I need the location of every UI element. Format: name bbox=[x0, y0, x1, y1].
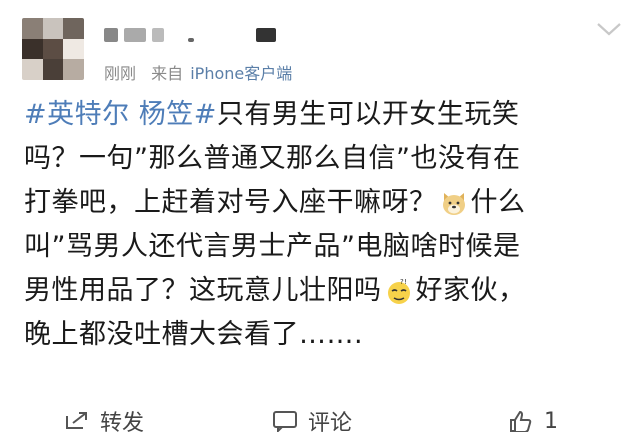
content-text: 叫”骂男人还代言男士产品”电脑啥时候是 bbox=[24, 231, 521, 262]
thumbs-up-icon bbox=[510, 410, 532, 432]
post-meta: 刚刚 来自 iPhone客户端 bbox=[104, 60, 292, 84]
post-time: 刚刚 bbox=[104, 64, 137, 83]
svg-text:?!: ?! bbox=[400, 278, 408, 286]
source-label: 来自 bbox=[151, 64, 184, 83]
content-text: 打拳吧，上赶着对号入座干嘛呀？ bbox=[24, 187, 437, 218]
comment-label: 评论 bbox=[308, 411, 353, 436]
content-line: 男性用品了？这玩意儿壮阳吗 ?! 好家伙， bbox=[24, 269, 624, 313]
doge-emoji-icon bbox=[442, 193, 465, 215]
avatar[interactable] bbox=[22, 18, 84, 80]
content-text: 男性用品了？这玩意儿壮阳吗 bbox=[24, 275, 382, 306]
repost-icon bbox=[66, 412, 87, 429]
comment-icon bbox=[273, 411, 297, 432]
repost-button[interactable]: 转发 bbox=[64, 406, 144, 436]
like-button[interactable]: 1 bbox=[508, 406, 558, 436]
content-line: #英特尔 杨笠#只有男生可以开女生玩笑 bbox=[24, 93, 624, 137]
content-text: 好家伙， bbox=[415, 275, 526, 306]
thinking-emoji-icon: ?! bbox=[387, 278, 410, 304]
content-line: 晚上都没吐槽大会看了……. bbox=[24, 313, 624, 357]
content-line: 打拳吧，上赶着对号入座干嘛呀？ 什么 bbox=[24, 181, 624, 225]
source-app-link[interactable]: iPhone客户端 bbox=[190, 64, 292, 83]
post-content: #英特尔 杨笠#只有男生可以开女生玩笑 吗？一句”那么普通又那么自信”也没有在 … bbox=[24, 93, 624, 357]
post-actions-bar: 转发 评论 1 bbox=[0, 400, 640, 436]
content-text: 吗？一句”那么普通又那么自信”也没有在 bbox=[24, 143, 521, 174]
post-header: 刚刚 来自 iPhone客户端 bbox=[0, 0, 640, 92]
content-text: 晚上都没吐槽大会看了……. bbox=[24, 319, 364, 350]
chevron-down-icon[interactable] bbox=[596, 20, 622, 38]
topic-link[interactable]: #英特尔 杨笠# bbox=[24, 99, 217, 130]
comment-button[interactable]: 评论 bbox=[272, 406, 352, 436]
repost-label: 转发 bbox=[100, 411, 145, 436]
username[interactable] bbox=[104, 24, 284, 44]
content-line: 吗？一句”那么普通又那么自信”也没有在 bbox=[24, 137, 624, 181]
like-count: 1 bbox=[544, 408, 558, 434]
content-text: 什么 bbox=[470, 187, 526, 218]
content-line: 叫”骂男人还代言男士产品”电脑啥时候是 bbox=[24, 225, 624, 269]
content-text: 只有男生可以开女生玩笑 bbox=[216, 99, 520, 130]
